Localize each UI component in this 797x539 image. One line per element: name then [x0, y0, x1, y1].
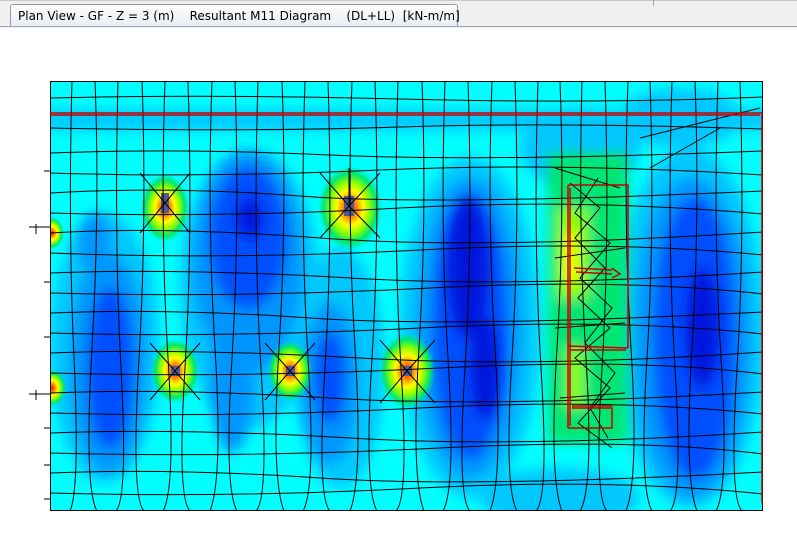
moment-contour-plot[interactable] — [0, 28, 797, 539]
grid-tick-marks — [29, 170, 50, 500]
tab-title: Plan View - GF - Z = 3 (m) Resultant M11… — [18, 8, 460, 23]
tab-bar-top-border — [0, 0, 797, 1]
plan-view-canvas[interactable] — [0, 28, 797, 539]
tab-bar-divider — [653, 0, 654, 6]
tab-plan-view[interactable]: Plan View - GF - Z = 3 (m) Resultant M11… — [10, 4, 460, 26]
tab-bar-bottom-border — [0, 26, 797, 27]
document-tab-bar: Plan View - GF - Z = 3 (m) Resultant M11… — [0, 0, 797, 28]
